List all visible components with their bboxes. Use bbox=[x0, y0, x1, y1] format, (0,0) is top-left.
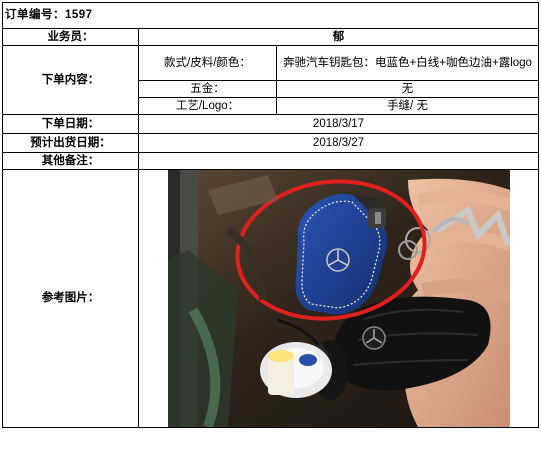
style-material-color-label: 款式/皮料/颜色： bbox=[138, 45, 277, 81]
order-number-label: 订单编号： bbox=[5, 9, 65, 21]
order-content-label: 下单内容： bbox=[2, 45, 139, 115]
remarks-label: 其他备注： bbox=[2, 152, 139, 170]
remarks-value bbox=[137, 152, 540, 170]
agent-value: 郁 bbox=[137, 28, 540, 46]
ship-date-label: 预计出货日期： bbox=[2, 133, 139, 153]
craft-logo-label: 工艺/Logo： bbox=[138, 97, 277, 115]
hardware-value: 无 bbox=[275, 80, 540, 98]
order-number-value: 1597 bbox=[65, 9, 93, 21]
order-table: 订单编号：1597 业务员： 郁 下单内容： 款式/皮料/颜色： 奔驰汽车钥匙包… bbox=[1, 2, 540, 428]
order-form: 订单编号：1597 业务员： 郁 下单内容： 款式/皮料/颜色： 奔驰汽车钥匙包… bbox=[1, 2, 540, 449]
reference-photo bbox=[168, 170, 510, 427]
agent-label: 业务员： bbox=[2, 28, 139, 46]
order-date-label: 下单日期： bbox=[2, 114, 139, 134]
reference-image-label: 参考图片： bbox=[2, 169, 139, 428]
order-date-value: 2018/3/17 bbox=[137, 114, 540, 134]
order-number-header: 订单编号：1597 bbox=[1, 2, 540, 29]
hardware-label: 五金： bbox=[138, 80, 277, 98]
craft-logo-value: 手缝/ 无 bbox=[275, 97, 540, 115]
reference-image-cell bbox=[137, 169, 540, 428]
ship-date-value: 2018/3/27 bbox=[137, 133, 540, 153]
key-case-photo bbox=[168, 170, 510, 427]
style-material-color-value: 奔驰汽车钥匙包：电蓝色+白线+咖色边油+露logo bbox=[275, 45, 540, 81]
